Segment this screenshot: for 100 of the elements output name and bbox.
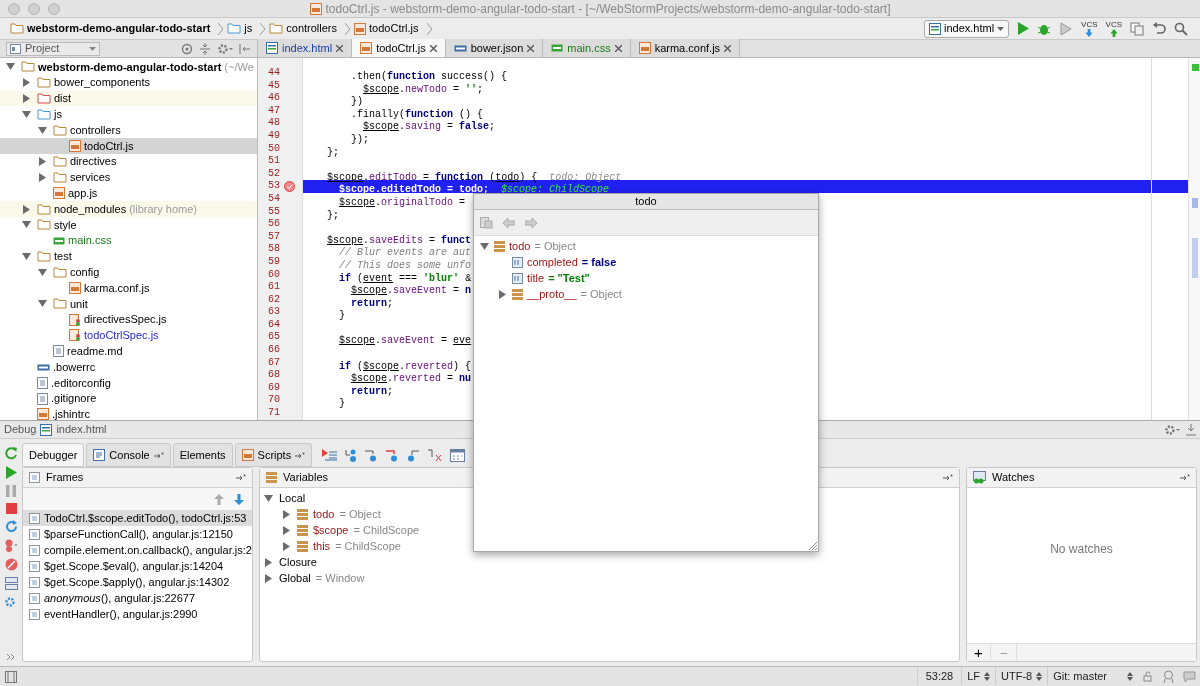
line-number: 45 xyxy=(267,79,281,93)
stack-frame[interactable]: TodoCtrl.$scope.editTodo(), todoCtrl.js:53 xyxy=(23,510,252,526)
variable-node[interactable]: title = "Test" xyxy=(474,270,818,286)
code-line: if ($scope.reverted) { xyxy=(338,360,472,372)
code-line: $scope.editedTodo = todo; $scope: ChildScope xyxy=(338,184,610,196)
debugger-tab[interactable]: Console xyxy=(86,443,171,467)
code-line: // Blur events are aut xyxy=(338,247,472,259)
line-number: 69 xyxy=(267,381,281,395)
project-view-dropdown[interactable]: Project xyxy=(6,41,100,56)
variable-node[interactable]: $scope = ChildScope xyxy=(260,522,959,538)
code-line: $scope.saveEvent = n xyxy=(350,285,472,297)
vcs-branch[interactable]: Git: master xyxy=(1053,668,1107,685)
stack-frame[interactable]: $get.Scope.$apply(), angular.js:14302 xyxy=(23,574,252,590)
debugger-tab[interactable]: Scripts xyxy=(234,443,313,467)
tree-item[interactable]: directives xyxy=(0,153,257,170)
add-watch-button[interactable]: + xyxy=(967,643,991,662)
tree-item[interactable]: test xyxy=(0,248,257,265)
line-number: 44 xyxy=(267,67,281,80)
cursor-position[interactable]: 53:28 xyxy=(916,668,962,685)
breadcrumb[interactable]: controllers xyxy=(267,20,340,37)
tree-item[interactable]: .gitignore xyxy=(0,390,257,407)
debugger-tab[interactable]: Debugger xyxy=(22,443,85,467)
line-number: 50 xyxy=(267,142,281,156)
tree-item[interactable]: node_modules (library home) xyxy=(0,201,257,217)
tool-window-title: Debug xyxy=(4,422,37,438)
tree-item[interactable]: style xyxy=(0,216,257,233)
variable-node[interactable]: todo = Object xyxy=(260,506,959,522)
tree-item[interactable]: .jshintrc xyxy=(0,406,257,420)
tree-item[interactable]: controllers xyxy=(0,122,257,138)
breadcrumb[interactable]: todoCtrl.js xyxy=(352,20,421,37)
tree-item[interactable]: dist xyxy=(0,90,257,107)
tree-item[interactable]: bower_components xyxy=(0,74,257,91)
code-line: $scope.reverted = nu xyxy=(350,373,472,385)
tree-item[interactable]: services xyxy=(0,169,257,186)
line-number: 57 xyxy=(267,230,281,244)
variable-node[interactable]: this = ChildScope xyxy=(260,538,959,554)
stack-frame[interactable]: eventHandler(), angular.js:2990 xyxy=(23,606,252,622)
panel-title: Watches xyxy=(992,470,1035,486)
line-number: 47 xyxy=(267,104,281,118)
debugger-tab[interactable]: Elements xyxy=(172,443,233,467)
breadcrumb[interactable]: webstorm-demo-angular-todo-start xyxy=(8,20,213,37)
line-separator[interactable]: LF xyxy=(967,668,981,685)
tree-item[interactable]: unit xyxy=(0,295,257,312)
code-line: } xyxy=(338,398,346,410)
line-number: 51 xyxy=(267,155,281,168)
tree-item[interactable]: .editorconfig xyxy=(0,374,257,391)
code-line: }; xyxy=(326,146,340,158)
code-line: return; xyxy=(350,297,394,309)
tree-item[interactable]: directivesSpec.js xyxy=(0,311,257,328)
variable-node[interactable]: Global = Window xyxy=(260,570,959,586)
editor-tab[interactable]: todoCtrl.js xyxy=(352,39,446,57)
code-line: $scope.saveEvent = eve xyxy=(338,335,472,347)
debug-configuration-name: index.html xyxy=(56,422,107,438)
stack-frame[interactable]: compile.element.on.callback(), angular.js:2 xyxy=(23,542,252,558)
line-number: 68 xyxy=(267,369,281,382)
stack-frame[interactable]: $parseFunctionCall(), angular.js:12150 xyxy=(23,526,252,542)
run-configuration-dropdown[interactable]: index.html xyxy=(923,19,1010,38)
panel-title: Frames xyxy=(46,470,84,486)
tree-item[interactable]: main.css xyxy=(0,232,257,249)
stack-frame[interactable]: $get.Scope.$eval(), angular.js:14204 xyxy=(23,558,252,574)
tree-item[interactable]: config xyxy=(0,264,257,281)
encoding[interactable]: UTF-8 xyxy=(1001,668,1033,685)
tree-item[interactable]: readme.md xyxy=(0,343,257,360)
code-line: if (event === 'blur' & xyxy=(338,272,472,284)
line-number: 46 xyxy=(267,92,281,105)
vcs-label: VCS xyxy=(1081,20,1098,29)
line-number: 56 xyxy=(267,218,281,231)
code-line: }; xyxy=(326,209,340,221)
variable-node[interactable]: Closure xyxy=(260,554,959,570)
editor-tab[interactable]: karma.conf.js xyxy=(630,39,741,57)
line-number: 61 xyxy=(267,281,281,294)
code-line: }) xyxy=(350,96,364,108)
code-line: // This does some unfo xyxy=(338,259,472,271)
tree-item[interactable]: karma.conf.js xyxy=(0,280,257,296)
variable-node[interactable]: completed = false xyxy=(474,254,818,270)
tree-item[interactable]: todoCtrlSpec.js xyxy=(0,327,257,344)
line-number: 59 xyxy=(267,255,281,269)
breadcrumb[interactable]: js xyxy=(225,20,255,37)
code-line: $scope.saveEdits = funct xyxy=(326,234,472,246)
variable-node[interactable]: todo = Object xyxy=(474,238,818,254)
popup-title: todo xyxy=(635,194,657,210)
variable-node[interactable]: Local xyxy=(260,490,959,506)
tree-item[interactable]: todoCtrl.js xyxy=(0,138,257,154)
line-number: 64 xyxy=(267,318,281,332)
editor-tab[interactable]: main.css xyxy=(543,39,631,57)
tree-item[interactable]: app.js xyxy=(0,185,257,202)
tree-item[interactable]: webstorm-demo-angular-todo-start (~/We xyxy=(0,59,257,75)
variable-node[interactable]: __proto__ = Object xyxy=(474,286,818,302)
code-line: return; xyxy=(350,385,394,397)
code-line: .finally(function () { xyxy=(350,108,484,120)
editor-tab[interactable]: index.html xyxy=(258,39,353,57)
tree-item[interactable]: js xyxy=(0,106,257,123)
line-number: 65 xyxy=(267,331,281,345)
editor-tab[interactable]: bower.json xyxy=(445,39,544,57)
code-line: $scope.newTodo = ''; xyxy=(362,83,484,95)
line-number: 55 xyxy=(267,205,281,219)
vcs-label: VCS xyxy=(1105,20,1122,29)
stack-frame[interactable]: anonymous(), angular.js:22677 xyxy=(23,590,252,606)
tree-item[interactable]: .bowerrc xyxy=(0,359,257,375)
empty-state-text: No watches xyxy=(1050,541,1113,558)
